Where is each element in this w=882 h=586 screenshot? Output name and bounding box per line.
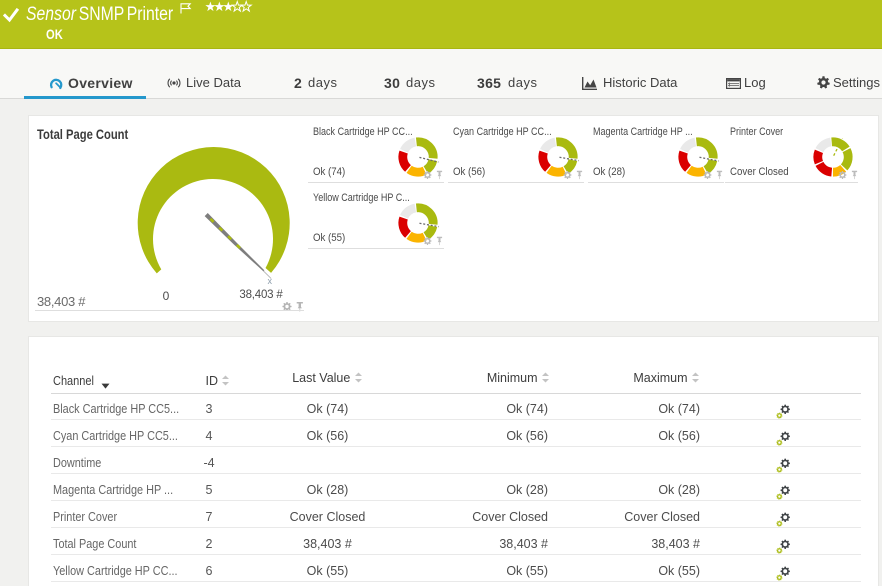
svg-text:x: x (268, 276, 273, 286)
